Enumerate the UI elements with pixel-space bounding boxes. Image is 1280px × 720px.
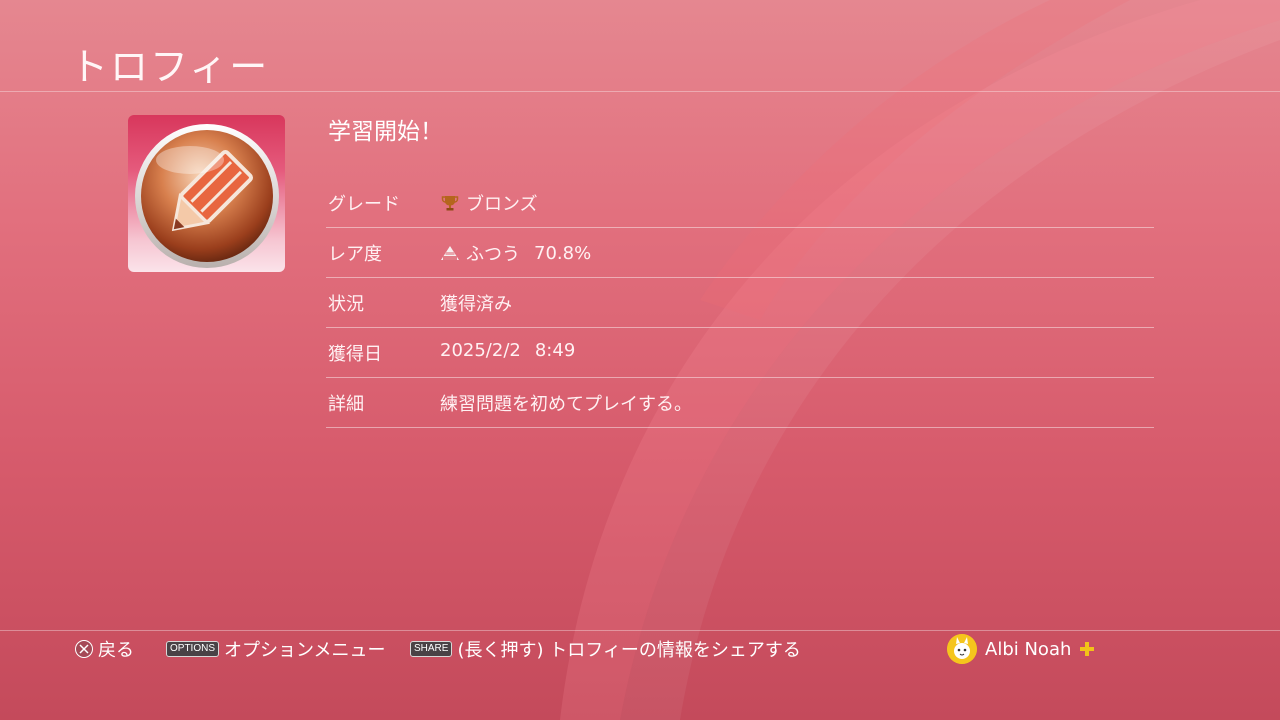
rarity-value: ふつう 70.8% [440,240,591,266]
header-divider [0,91,1280,92]
back-button[interactable]: 戻る [75,637,134,661]
description-value: 練習問題を初めてプレイする。 [440,394,692,415]
share-button[interactable]: SHARE (長く押す) トロフィーの情報をシェアする [410,637,801,661]
user-name: Albi Noah [985,638,1072,660]
rarity-percent: 70.8% [534,242,592,264]
detail-row-status: 状況 獲得済み [326,278,1154,328]
user-profile[interactable]: Albi Noah [947,634,1095,664]
footer-bar: 戻る OPTIONS オプションメニュー SHARE (長く押す) トロフィーの… [0,634,1280,664]
back-label: 戻る [98,640,134,661]
description-label: 詳細 [328,394,364,415]
options-key-icon: OPTIONS [166,641,220,657]
grade-text: ブロンズ [466,194,538,215]
detail-row-grade: グレード ブロンズ [326,178,1154,228]
detail-row-rarity: レア度 ふつう 70.8% [326,228,1154,278]
cross-button-icon [75,640,93,658]
status-label: 状況 [328,294,364,315]
status-value: 獲得済み [440,294,512,315]
date-text: 2025/2/2 [440,340,521,361]
grade-label: グレード [328,194,400,215]
detail-row-description: 詳細 練習問題を初めてプレイする。 [326,378,1154,428]
options-menu-button[interactable]: OPTIONS オプションメニュー [166,637,385,661]
footer-divider [0,630,1280,631]
time-text: 8:49 [534,340,576,361]
rarity-text: ふつう [466,244,520,265]
bronze-trophy-icon [441,196,459,211]
detail-row-date: 獲得日 2025/2/2 8:49 [326,328,1154,378]
pencil-orb-icon [135,124,279,268]
date-label: 獲得日 [328,344,382,365]
trophy-image [128,115,285,272]
grade-value: ブロンズ [440,190,538,216]
share-key-icon: SHARE [410,641,453,657]
share-label: (長く押す) トロフィーの情報をシェアする [457,640,801,661]
avatar-icon [947,634,977,664]
options-label: オプションメニュー [224,640,386,661]
date-value: 2025/2/2 8:49 [440,340,575,361]
ps-plus-icon [1080,642,1095,656]
trophy-name: 学習開始！ [328,119,443,145]
trophy-details: グレード ブロンズ レア度 ふつう 70.8% 状況 獲得済み 獲得日 2025… [326,178,1154,428]
rarity-label: レア度 [328,244,382,265]
rarity-pyramid-icon [441,246,459,260]
page-title: トロフィー [70,45,270,89]
